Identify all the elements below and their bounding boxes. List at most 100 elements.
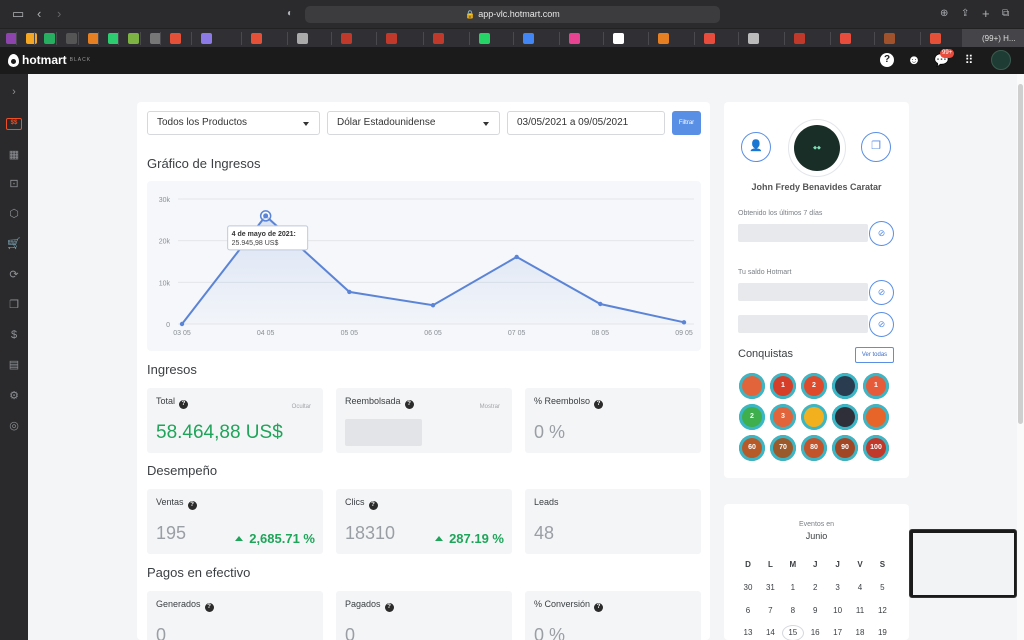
help-icon[interactable]: ? [384,603,394,612]
tab-favicon-icon[interactable] [884,33,895,44]
achievement-badge-icon[interactable]: 1 [770,373,796,399]
tab-favicon-icon[interactable] [658,33,669,44]
tab-favicon-icon[interactable] [748,33,759,44]
tab-favicon-icon[interactable] [704,33,715,44]
calendar-day[interactable]: 6 [737,606,759,615]
calendar-day[interactable]: 18 [849,628,871,637]
tab-favicon-icon[interactable] [66,33,77,44]
tab-favicon-icon[interactable] [613,33,624,44]
calendar-day[interactable]: 13 [737,628,759,637]
achievement-badge-icon[interactable]: 2 [801,373,827,399]
dollar-icon[interactable]: $ [7,328,21,342]
shield-icon[interactable]: ◐ [287,6,293,22]
scan-icon[interactable]: ⊡ [7,177,21,191]
tab-favicon-icon[interactable] [26,33,37,44]
messages-icon[interactable]: ❐ [861,132,891,162]
scrollbar-thumb[interactable] [1018,84,1023,424]
calendar-day[interactable]: 10 [827,606,849,615]
tab-favicon-icon[interactable] [386,33,397,44]
report-icon[interactable]: ▤ [7,358,21,372]
tab-favicon-icon[interactable] [569,33,580,44]
calendar-day[interactable]: 31 [759,583,781,592]
achievement-badge-icon[interactable]: 100 [863,435,889,461]
calendar-day[interactable]: 5 [871,583,893,592]
eye-off-icon[interactable]: ⊘ [869,280,894,305]
tab-favicon-icon[interactable] [201,33,212,44]
filter-button[interactable]: Filtrar [672,111,701,135]
achievement-badge-icon[interactable] [832,373,858,399]
forward-icon[interactable]: › [57,6,61,22]
calendar-day[interactable]: 17 [827,628,849,637]
help-icon[interactable]: ? [594,603,604,612]
calendar-day[interactable]: 11 [849,606,871,615]
tab-favicon-icon[interactable] [251,33,262,44]
tab-favicon-icon[interactable] [44,33,55,44]
calendar-day[interactable]: 3 [827,583,849,592]
settings-icon[interactable]: ⚙ [7,389,21,403]
user-avatar[interactable] [991,50,1011,70]
apps-grid-icon[interactable]: ⠿ [962,53,976,67]
help-icon[interactable]: ? [204,603,214,612]
calendar-day[interactable]: 30 [737,583,759,592]
help-icon[interactable]: ? [880,53,894,67]
tab-active[interactable]: (99+) H... [962,29,1024,48]
help-icon[interactable]: ? [404,400,414,409]
tab-overview-icon[interactable]: ⧉ [1002,6,1009,22]
analytics-icon[interactable]: ◎ [7,419,21,433]
community-icon[interactable]: ☻ [907,53,921,67]
messages-icon[interactable]: ❐ [7,298,21,312]
user-settings-icon[interactable]: 👤 [741,132,771,162]
achievement-badge-icon[interactable]: 70 [770,435,796,461]
back-icon[interactable]: ‹ [37,6,41,22]
cart-icon[interactable]: 🛒 [7,237,21,251]
tab-favicon-icon[interactable] [523,33,534,44]
calendar-day[interactable]: 8 [782,606,804,615]
download-icon[interactable]: ⊕ [940,6,948,22]
calendar-day[interactable]: 12 [871,606,893,615]
help-icon[interactable]: ? [368,501,378,510]
tab-favicon-icon[interactable] [433,33,444,44]
tab-favicon-icon[interactable] [297,33,308,44]
calendar-day[interactable]: 19 [871,628,893,637]
tab-favicon-icon[interactable] [170,33,181,44]
address-bar[interactable]: 🔒 app-vlc.hotmart.com [305,6,720,23]
sync-icon[interactable]: ⟳ [7,268,21,282]
currency-select[interactable]: Dólar Estadounidense [327,111,500,135]
scrollbar[interactable] [1017,74,1024,640]
achievement-badge-icon[interactable]: 90 [832,435,858,461]
show-link[interactable]: Mostrar [480,404,500,410]
achievement-badge-icon[interactable] [832,404,858,430]
achievement-badge-icon[interactable]: 3 [770,404,796,430]
see-all-button[interactable]: Ver todas [855,347,894,363]
profile-avatar[interactable]: ◆◆ [788,119,846,177]
sidebar-toggle-icon[interactable]: ▭ [12,6,24,22]
eye-off-icon[interactable]: ⊘ [869,221,894,246]
achievement-badge-icon[interactable]: 80 [801,435,827,461]
date-range-input[interactable]: 03/05/2021 a 09/05/2021 [507,111,665,135]
new-tab-icon[interactable]: + [982,6,990,22]
calendar-day[interactable]: 1 [782,583,804,592]
help-icon[interactable]: ? [179,400,189,409]
calendar-day[interactable]: 2 [804,583,826,592]
help-icon[interactable]: ? [187,501,197,510]
calendar-day[interactable]: 15 [781,625,804,640]
calendar-day[interactable]: 9 [804,606,826,615]
expand-icon[interactable]: › [7,85,21,99]
box-icon[interactable]: ⬡ [7,207,21,221]
calendar-day[interactable]: 14 [759,628,781,637]
tab-favicon-icon[interactable] [930,33,941,44]
tab-favicon-icon[interactable] [128,33,139,44]
tab-favicon-icon[interactable] [341,33,352,44]
achievement-badge-icon[interactable] [801,404,827,430]
screenshot-thumbnail[interactable] [909,529,1017,598]
eye-off-icon[interactable]: ⊘ [869,312,894,337]
dashboard-icon[interactable]: $$ [6,118,22,130]
tab-favicon-icon[interactable] [794,33,805,44]
achievement-badge-icon[interactable] [863,404,889,430]
share-icon[interactable]: ⇪ [961,6,969,22]
tab-favicon-icon[interactable] [479,33,490,44]
achievement-badge-icon[interactable]: 1 [863,373,889,399]
hotmart-logo[interactable]: hotmart BLACK [8,52,91,68]
grid-icon[interactable]: ▦ [7,148,21,162]
help-icon[interactable]: ? [594,400,604,409]
